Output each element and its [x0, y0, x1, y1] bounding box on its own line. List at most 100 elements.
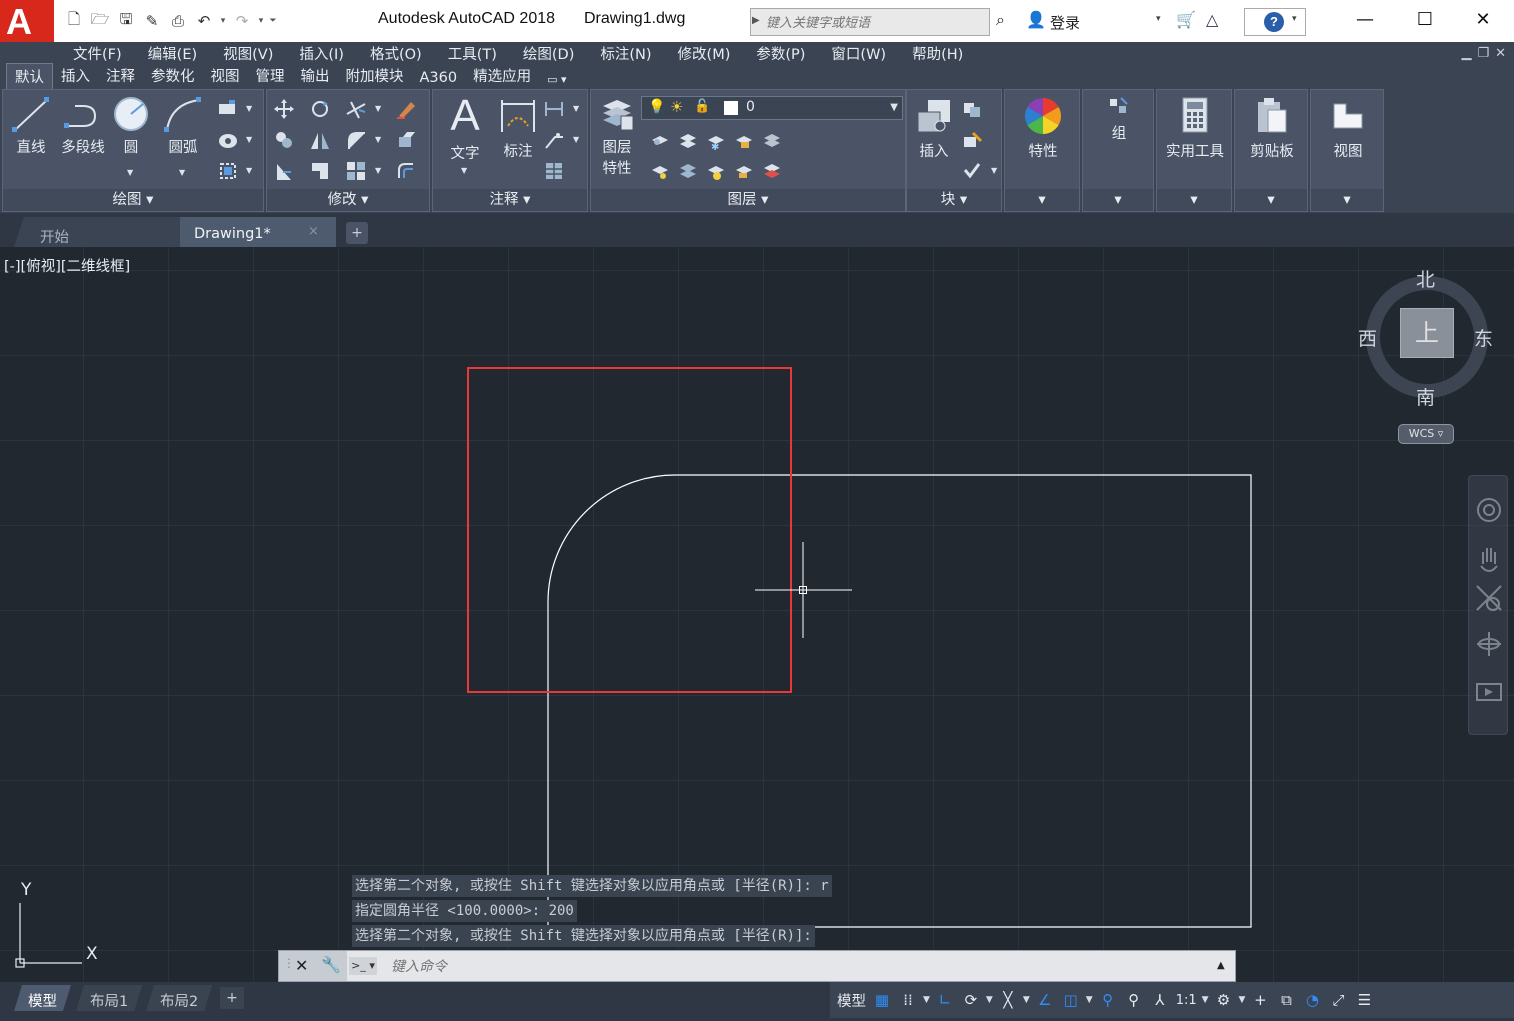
workspace-gear-icon[interactable]: ⚙	[1211, 984, 1237, 1016]
chevron-down-icon[interactable]: ▼	[179, 168, 185, 177]
viewcube-top-face[interactable]: 上	[1400, 308, 1454, 358]
edit-block-icon[interactable]	[961, 129, 983, 151]
annotation-scale-value[interactable]: 1:1	[1173, 984, 1200, 1016]
object-snap-tracking-icon[interactable]: ∠	[1032, 984, 1058, 1016]
layer-properties-button[interactable]: 图层 特性	[597, 96, 637, 178]
customize-wrench-icon[interactable]: 🔧	[321, 955, 341, 974]
undo-icon[interactable]: ↶	[192, 9, 216, 33]
maximize-button[interactable]: ☐	[1396, 0, 1454, 38]
tab-addins[interactable]: 附加模块	[338, 65, 412, 90]
groups-panel-expander[interactable]: ▾	[1083, 189, 1153, 211]
customize-qat-icon[interactable]: ⏷	[268, 9, 278, 33]
doc-restore-icon[interactable]: ❐	[1477, 46, 1489, 61]
clipboard-button[interactable]: 剪贴板	[1239, 96, 1305, 161]
undo-dropdown-icon[interactable]: ▾	[218, 9, 228, 33]
add-layout-button[interactable]: +	[220, 987, 244, 1009]
line-button[interactable]: 直线	[11, 96, 51, 157]
doc-minimize-icon[interactable]: ▁	[1461, 46, 1471, 61]
menu-dimension[interactable]: 标注(N)	[587, 43, 664, 64]
menu-draw[interactable]: 绘图(D)	[510, 43, 587, 64]
menu-tools[interactable]: 工具(T)	[435, 43, 510, 64]
annotation-panel-title[interactable]: 注释 ▾	[433, 189, 587, 211]
steering-wheel-icon[interactable]	[1477, 498, 1501, 522]
chevron-down-icon[interactable]: ▼	[573, 104, 579, 113]
layer-current-icon[interactable]	[649, 160, 671, 182]
compass-south[interactable]: 南	[1416, 383, 1435, 410]
layer-thaw-icon[interactable]	[705, 160, 727, 182]
viewport-controls-label[interactable]: [-][俯视][二维线框]	[4, 255, 130, 276]
redo-icon[interactable]: ↷	[230, 9, 254, 33]
chevron-down-icon[interactable]: ▼	[246, 104, 252, 113]
tab-start[interactable]: 开始	[14, 217, 182, 247]
close-window-button[interactable]: ✕	[1454, 0, 1512, 38]
layer-match-icon[interactable]	[761, 130, 783, 152]
modify-panel-title[interactable]: 修改 ▾	[267, 189, 429, 211]
command-input[interactable]	[391, 954, 1191, 978]
chevron-down-icon[interactable]: ▼	[375, 166, 381, 175]
orbit-icon[interactable]	[1477, 632, 1501, 656]
layer-dropdown[interactable]: 💡 ☀ 🔓 0 ▼	[641, 96, 903, 120]
chevron-down-icon[interactable]: ▼	[246, 135, 252, 144]
layer-off-icon[interactable]	[649, 130, 671, 152]
pan-hand-icon[interactable]	[1480, 548, 1498, 572]
minimize-button[interactable]: —	[1336, 0, 1394, 38]
edit-attributes-icon[interactable]	[961, 160, 983, 182]
hatch-icon[interactable]	[217, 129, 239, 151]
search-expand-icon[interactable]: ▶	[752, 11, 764, 31]
menu-format[interactable]: 格式(O)	[357, 43, 435, 64]
chevron-down-icon[interactable]: ▼	[1237, 995, 1248, 1005]
block-panel-title[interactable]: 块 ▾	[907, 189, 1001, 211]
save-as-icon[interactable]: ✎	[140, 9, 164, 33]
binoculars-search-icon[interactable]: ⌕	[996, 10, 1005, 30]
circle-button[interactable]: 圆 ▼	[111, 96, 151, 177]
chevron-down-icon[interactable]: ▾	[1156, 14, 1161, 24]
chevron-down-icon[interactable]: ▾	[1292, 14, 1297, 24]
layer-freeze-icon[interactable]: ✱	[705, 130, 727, 152]
model-space-button[interactable]: 模型	[834, 984, 869, 1016]
scale-icon[interactable]	[309, 160, 331, 182]
quick-properties-icon[interactable]: ◔	[1299, 984, 1325, 1016]
clean-screen-icon[interactable]: ⤢	[1325, 984, 1351, 1016]
units-icon[interactable]: ⧉	[1273, 984, 1299, 1016]
layer-walk-icon[interactable]	[677, 160, 699, 182]
save-icon[interactable]: 🖫	[114, 9, 138, 33]
tab-output[interactable]: 输出	[293, 65, 338, 90]
close-tab-icon[interactable]: ×	[308, 224, 319, 239]
view-panel-expander[interactable]: ▾	[1311, 189, 1383, 211]
arc-button[interactable]: 圆弧 ▼	[161, 96, 205, 177]
wcs-menu-button[interactable]: WCS ▿	[1398, 424, 1454, 444]
compass-east[interactable]: 东	[1474, 324, 1493, 351]
tab-manage[interactable]: 管理	[248, 65, 293, 90]
snap-icon[interactable]: ⁞⁞	[895, 984, 921, 1016]
new-file-icon[interactable]: 🗋	[62, 9, 86, 33]
polar-tracking-icon[interactable]: ⟳	[958, 984, 984, 1016]
tab-home[interactable]: 默认	[6, 63, 53, 91]
redo-dropdown-icon[interactable]: ▾	[256, 9, 266, 33]
object-snap-icon[interactable]: ◫	[1058, 984, 1084, 1016]
layout-tab-model[interactable]: 模型	[14, 985, 71, 1011]
menu-edit[interactable]: 编辑(E)	[135, 43, 210, 64]
tab-insert[interactable]: 插入	[53, 65, 98, 90]
command-history-toggle-icon[interactable]: ▲	[1217, 960, 1225, 971]
annotation-scale-icon[interactable]: ⅄	[1147, 984, 1173, 1016]
layer-merge-icon[interactable]	[761, 160, 783, 182]
polyline-button[interactable]: 多段线	[55, 96, 111, 157]
drawing-canvas[interactable]: [-][俯视][二维线框] 上 北 南 西 东 WCS ▿ Y X 选择第二个对…	[0, 247, 1514, 982]
ribbon-minimize-toggle-icon[interactable]: ▭ ▾	[539, 73, 574, 90]
chevron-down-icon[interactable]: ▼	[246, 166, 252, 175]
erase-icon[interactable]	[395, 98, 417, 120]
rectangle-icon[interactable]	[217, 98, 239, 120]
utilities-button[interactable]: 实用工具	[1161, 96, 1229, 161]
layout-tab-layout2[interactable]: 布局2	[146, 985, 212, 1011]
cart-icon[interactable]: 🛒	[1176, 10, 1196, 29]
menu-modify[interactable]: 修改(M)	[665, 43, 744, 64]
open-file-icon[interactable]: 🗁	[88, 9, 112, 33]
fillet-icon[interactable]	[345, 129, 367, 151]
chevron-down-icon[interactable]: ▼	[991, 166, 997, 175]
chevron-down-icon[interactable]: ▼	[921, 995, 932, 1005]
compass-north[interactable]: 北	[1416, 265, 1435, 292]
trim-icon[interactable]	[345, 98, 367, 120]
customization-menu-icon[interactable]: ☰	[1351, 984, 1377, 1016]
layer-lock-icon[interactable]	[733, 130, 755, 152]
rotate-icon[interactable]	[309, 98, 331, 120]
